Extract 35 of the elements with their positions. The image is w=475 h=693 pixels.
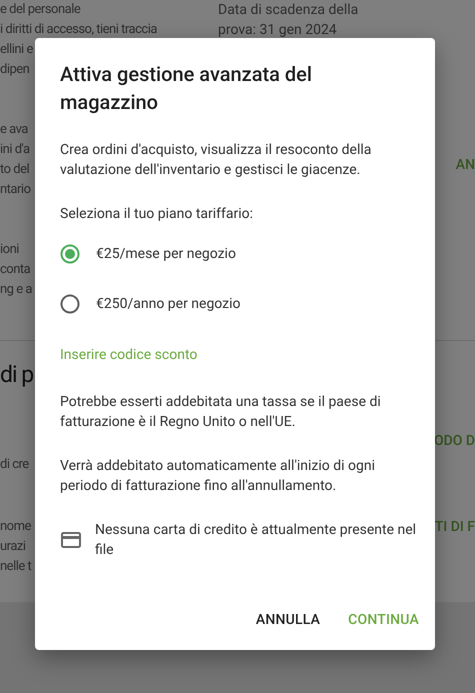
plan-prompt: Seleziona il tuo piano tariffario: [60,205,254,224]
section-description: ng e a [0,281,32,299]
section-description: conta [0,261,30,279]
action-link[interactable]: ODO D [434,431,475,451]
cancel-button[interactable]: ANNULLA [240,602,320,638]
plan-option[interactable]: €250/anno per negozio [60,294,419,314]
action-link[interactable]: AN [456,155,475,175]
row-title: di cre [0,456,29,474]
row-description: nelle t [0,558,32,576]
section-description: to del [0,161,30,179]
section-description: ini d'a [0,141,30,159]
billing-note: Verrà addebitato automaticamente all'inizio di ogni periodo di fatturazione fino all'annullamento. [60,457,376,496]
plan-option[interactable]: €25/mese per negozio [60,244,419,264]
section-title: ioni [0,241,19,259]
section-description: ellini e [0,41,33,59]
dialog-title: Attiva gestione avanzata del magazzino [60,61,313,116]
intro-text: Crea ordini d'acquisto, visualizza il resoconto della valutazione dell'inventario e gestisci le giacenze. [60,141,372,180]
radio-button[interactable] [60,244,80,264]
section-title: e ava [0,121,28,139]
row-description: urazi [0,538,26,556]
continue-button[interactable]: CONTINUA [332,602,419,638]
discount-code-link[interactable]: Inserire codice sconto [60,345,198,365]
tax-note: Potrebbe esserti addebitata una tassa se il paese di fatturazione è il Regno Unito o nell'UE. [60,393,382,432]
section-description: i diritti di accesso, tieni traccia [0,21,157,39]
trial-expiry-text: Data di scadenza della [218,1,358,20]
section-title: e del personale [0,1,80,19]
section-heading: di p [0,360,34,390]
credit-card-icon [61,532,81,548]
row-title: nome [0,518,31,536]
radio-button[interactable] [60,294,80,314]
action-link[interactable]: TI DI F [434,517,475,537]
credit-card-note: Nessuna carta di credito è attualmente presente nel file [95,521,418,560]
section-description: ntario [0,181,30,199]
section-description: dipen [0,61,30,79]
trial-expiry-text: prova: 31 gen 2024 [218,21,337,40]
